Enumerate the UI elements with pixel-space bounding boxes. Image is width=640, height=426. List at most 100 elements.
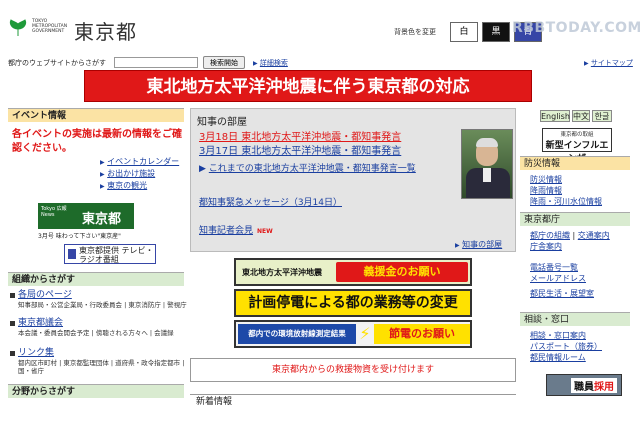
phone-list-link[interactable]: 電話番号一覧: [530, 263, 578, 272]
advanced-search-wrap: ▶ 詳細検索: [253, 58, 288, 68]
org-sub-links[interactable]: 本会議・委員会開会予定 | 傍聴される方々へ | 会議録: [8, 329, 188, 337]
tokyo-tourism-link[interactable]: 東京の観光: [107, 181, 147, 190]
org-title-wrap: 各局のページ: [8, 290, 188, 301]
power-saving-label: 節電のお願い: [374, 324, 470, 344]
earthquake-response-banner[interactable]: 東北地方太平洋沖地震に伴う東京都の対応: [84, 70, 532, 102]
assembly-link[interactable]: 東京都議会: [18, 318, 63, 328]
bg-white-button[interactable]: 白: [450, 22, 478, 42]
org-block: リンク集 都内区市町村 | 東京都監理団体 | 道府県・政令指定都市 | 国・省…: [8, 348, 188, 375]
observatory-link[interactable]: 都民生活・展望室: [530, 289, 594, 298]
links-collection-link[interactable]: リンク集: [18, 348, 54, 358]
sitemap-link[interactable]: サイトマップ: [591, 59, 633, 67]
event-link-item: ▶ 東京の観光: [100, 180, 190, 192]
lang-chinese-button[interactable]: 中文: [572, 110, 590, 122]
governor-room-link[interactable]: 知事の部屋: [462, 240, 502, 249]
donation-banner[interactable]: 東北地方太平洋沖地震 義援金のお願い: [234, 258, 472, 286]
governor-statement-0318[interactable]: 3月18日 東北地方太平洋沖地震・都知事発言: [199, 131, 459, 144]
logo-subtitle: TOKYO METROPOLITAN GOVERNMENT: [32, 19, 68, 34]
lightning-icon: ⚡: [359, 324, 371, 343]
statement-list-wrap: ▶ これまでの東北地方太平洋沖地震・都知事発言一覧: [199, 163, 459, 175]
tv-radio-banner[interactable]: 東京都提供 テレビ・ラジオ番組: [64, 244, 156, 264]
left-column: イベント情報 各イベントの実施は最新の情報をご確認ください。 ▶ イベントカレン…: [8, 104, 187, 426]
org-block: 東京都議会 本会議・委員会開会予定 | 傍聴される方々へ | 会議録: [8, 318, 188, 337]
consultation-guide-link[interactable]: 相談・窓口案内: [530, 331, 586, 340]
river-level-link[interactable]: 降雨・河川水位情報: [530, 197, 602, 206]
radiation-power-banner[interactable]: 都内での環境放射線測定結果 ⚡ 節電のお願い: [234, 320, 472, 348]
triangle-right-icon: ▶: [100, 183, 105, 190]
tokyo-news-caption: 3月号 味わって下さい"東京産": [38, 233, 121, 240]
center-column: 知事の部屋 3月18日 東北地方太平洋沖地震・都知事発言 3月17日 東北地方太…: [190, 104, 516, 426]
new-influenza-banner[interactable]: 東京都の取組 新型インフルエンザ: [542, 128, 612, 164]
header: TOKYO METROPOLITAN GOVERNMENT 東京都 背景色を変更…: [0, 0, 640, 56]
disaster-info-heading: 防災情報: [520, 156, 630, 170]
advanced-search-link[interactable]: 詳細検索: [260, 59, 288, 67]
bureau-pages-link[interactable]: 各局のページ: [18, 290, 72, 300]
logo-title: 東京都: [74, 20, 137, 44]
governor-more-wrap: ▶ 知事の部屋: [455, 239, 502, 250]
event-notice: 各イベントの実施は最新の情報をご確認ください。: [12, 129, 182, 154]
watermark: RBBTODAY.COM: [512, 20, 640, 36]
bg-color-label: 背景色を変更: [394, 28, 436, 36]
event-calendar-link[interactable]: イベントカレンダー: [107, 157, 179, 166]
rainfall-info-link[interactable]: 降雨情報: [530, 186, 562, 195]
search-bar: 都庁のウェブサイトからさがす 検索開始 ▶ 詳細検索 ▶ サイトマップ: [0, 56, 640, 70]
triangle-right-icon: ▶: [100, 159, 105, 166]
governor-statement-0317[interactable]: 3月17日 東北地方太平洋沖地震・都知事発言: [199, 145, 459, 158]
building-guide-link[interactable]: 庁舎案内: [530, 242, 562, 251]
triangle-right-icon: ▶: [455, 242, 460, 249]
ginkgo-leaf-icon: [9, 19, 27, 36]
staff-recruitment-banner[interactable]: 職員採用: [546, 374, 622, 396]
sitemap-wrap: ▶ サイトマップ: [584, 58, 633, 68]
event-info-heading: イベント情報: [8, 108, 184, 122]
new-info-heading: 新着情報: [190, 394, 516, 408]
org-title-wrap: リンク集: [8, 348, 188, 359]
tokyo-logo[interactable]: TOKYO METROPOLITAN GOVERNMENT 東京都: [8, 16, 143, 44]
flu-banner-small: 東京都の取組: [560, 132, 594, 138]
donation-banner-right: 義援金のお願い: [336, 262, 468, 282]
access-link[interactable]: 交通案内: [578, 231, 610, 240]
outing-facilities-link[interactable]: お出かけ施設: [107, 169, 155, 178]
press-conference-wrap: 知事記者会見 NEW: [199, 223, 273, 236]
relief-supplies-link[interactable]: 東京都内からの救援物資を受け付けます: [190, 358, 516, 382]
lang-korean-button[interactable]: 한글: [592, 110, 612, 122]
photo-shirt: [483, 168, 491, 182]
recruit-label: 職員採用: [571, 378, 617, 393]
tokyo-news-title: 東京都: [82, 212, 122, 227]
search-button[interactable]: 検索開始: [203, 56, 245, 69]
governor-room-heading: 知事の部屋: [197, 117, 247, 128]
lang-english-button[interactable]: English: [540, 110, 570, 122]
new-badge: NEW: [257, 228, 273, 235]
gov-office-links: 都庁の組織 | 交通案内 庁舎案内: [530, 231, 610, 251]
mail-address-link[interactable]: メールアドレス: [530, 274, 586, 283]
disaster-links: 防災情報 降雨情報 降雨・河川水位情報: [530, 174, 630, 207]
tokyo-gov-heading: 東京都庁: [520, 212, 630, 226]
bg-black-button[interactable]: 黒: [482, 22, 510, 42]
tokyo-news-banner[interactable]: Tokyo 広報 News 東京都: [38, 203, 134, 229]
organization-link[interactable]: 都庁の組織: [530, 231, 570, 240]
org-title-wrap: 東京都議会: [8, 318, 188, 329]
governor-room-panel: 知事の部屋 3月18日 東北地方太平洋沖地震・都知事発言 3月17日 東北地方太…: [190, 108, 516, 252]
org-sub-links[interactable]: 都内区市町村 | 東京都監理団体 | 道府県・政令指定都市 | 国・省庁: [8, 359, 188, 375]
disaster-info-link[interactable]: 防災情報: [530, 175, 562, 184]
gov-office-links-2: 電話番号一覧 メールアドレス 都民生活・展望室: [530, 262, 630, 299]
org-search-heading: 組織からさがす: [8, 272, 184, 286]
consultation-heading: 相談・窓口: [520, 312, 630, 326]
passport-link[interactable]: パスポート（旅券）: [530, 342, 602, 351]
statement-list-link[interactable]: これまでの東北地方太平洋沖地震・都知事発言一覧: [209, 164, 416, 174]
triangle-right-icon: ▶: [199, 164, 206, 174]
org-block: 各局のページ 知事部局・公営企業局・行政委員会 | 東京消防庁 | 警視庁: [8, 290, 188, 309]
photo-hair: [476, 138, 498, 147]
right-column: English 中文 한글 東京都の取組 新型インフルエンザ 防災情報 防災情報…: [520, 104, 630, 426]
recruit-label-b: 採用: [594, 382, 614, 393]
triangle-right-icon: ▶: [253, 60, 258, 67]
info-room-link[interactable]: 都民情報ルーム: [530, 353, 586, 362]
org-sub-links[interactable]: 知事部局・公営企業局・行政委員会 | 東京消防庁 | 警視庁: [8, 301, 188, 309]
press-conference-link[interactable]: 知事記者会見: [199, 226, 253, 236]
event-link-item: ▶ イベントカレンダー: [100, 156, 190, 168]
emergency-message-link[interactable]: 都知事緊急メッセージ（3月14日）: [199, 195, 342, 208]
tokyo-news-label: Tokyo 広報 News: [41, 206, 67, 218]
field-search-heading: 分野からさがす: [8, 384, 184, 398]
triangle-right-icon: ▶: [584, 60, 589, 67]
planned-blackout-banner[interactable]: 計画停電による都の業務等の変更: [234, 289, 472, 317]
search-input[interactable]: [114, 57, 198, 68]
